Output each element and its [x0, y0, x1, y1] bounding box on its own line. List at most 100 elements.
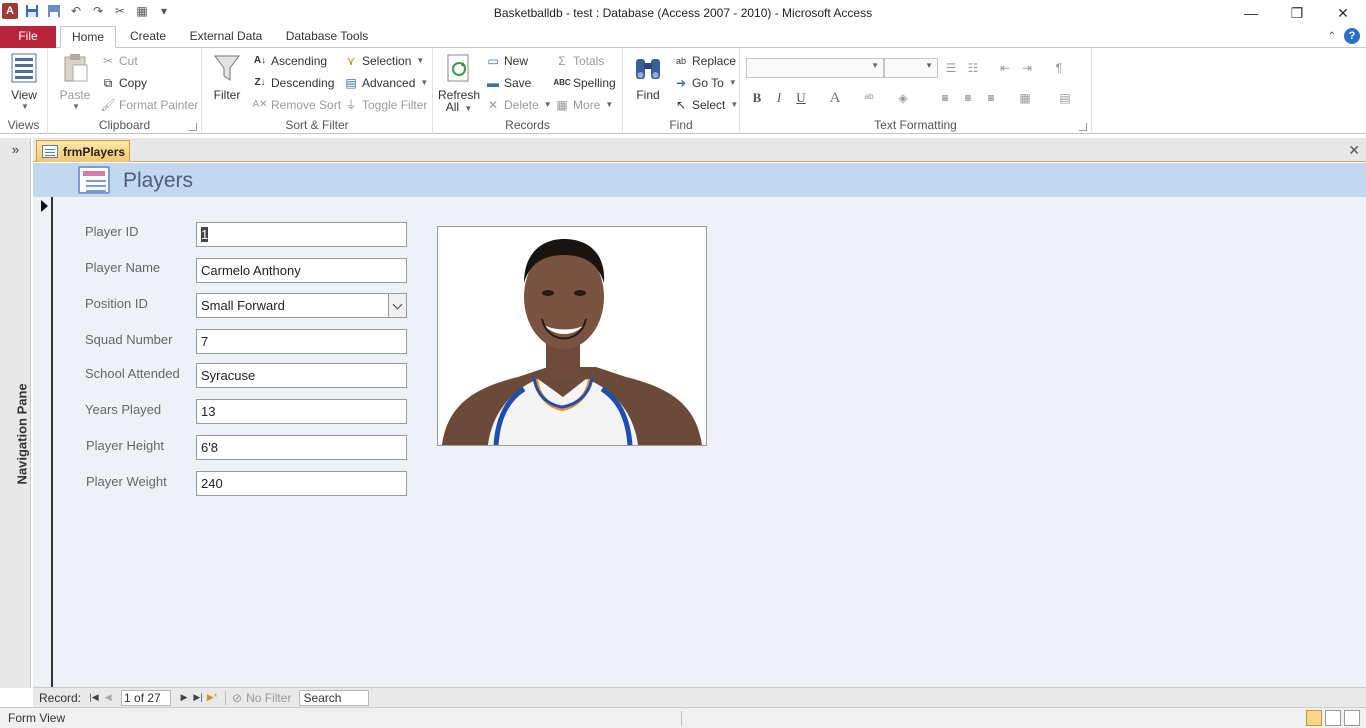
no-filter-icon: ⊘ [232, 690, 243, 705]
more-button[interactable]: ▦ More ▼ [554, 95, 613, 115]
navigation-pane[interactable]: » Navigation Pane [0, 138, 31, 688]
toggle-filter-button[interactable]: ⏚ Toggle Filter [343, 95, 427, 115]
font-name-combo[interactable]: ▼ [746, 58, 884, 78]
view-icon [9, 52, 39, 84]
no-filter-button[interactable]: ⊘ No Filter [232, 691, 291, 705]
view-button[interactable]: View ▼ [6, 52, 42, 111]
descending-button[interactable]: Z↓ Descending [252, 73, 334, 93]
group-sort-filter: Filter A↓ Ascending Z↓ Descending A✕ Remove… [202, 48, 433, 134]
replace-button[interactable]: ab Replace [673, 51, 736, 71]
find-button[interactable]: Find [629, 52, 667, 102]
next-record-icon[interactable]: ▶ [177, 692, 191, 703]
paste-button[interactable]: Paste ▼ [56, 52, 94, 111]
copy-icon: ⧉ [103, 76, 113, 90]
paragraph-direction-icon[interactable]: ¶ [1050, 59, 1068, 77]
tab-database-tools[interactable]: Database Tools [280, 26, 374, 48]
highlight-icon[interactable]: ᵃᵇ [860, 89, 878, 107]
help-icon[interactable]: ? [1344, 28, 1360, 44]
align-right-icon[interactable]: ≡ [982, 89, 1000, 107]
bold-icon[interactable]: B [748, 89, 766, 107]
previous-record-icon[interactable]: ◀ [101, 692, 115, 703]
layout-view-icon[interactable] [1325, 710, 1341, 726]
more-label: More [573, 98, 601, 112]
player-photo[interactable] [437, 226, 707, 446]
ascending-button[interactable]: A↓ Ascending [252, 51, 327, 71]
new-record-button[interactable]: ▭ New [485, 51, 528, 71]
group-views: View ▼ Views [0, 48, 48, 134]
close-document-icon[interactable]: ✕ [1348, 142, 1360, 159]
first-record-icon[interactable]: |◀ [87, 692, 101, 703]
font-color-icon[interactable]: A [826, 89, 844, 107]
player-height-field[interactable]: 6'8 [196, 435, 407, 460]
delete-caret-icon: ▼ [543, 100, 552, 109]
last-record-icon[interactable]: ▶| [191, 692, 205, 703]
filter-funnel-icon [212, 52, 242, 84]
school-attended-field[interactable]: Syracuse [196, 363, 407, 388]
tab-frmplayers[interactable]: frmPlayers [36, 140, 130, 162]
refresh-all-button[interactable]: Refresh All ▼ [437, 52, 481, 114]
player-weight-field[interactable]: 240 [196, 471, 407, 496]
design-view-icon[interactable] [1344, 710, 1360, 726]
clipboard-launcher-icon[interactable] [189, 123, 197, 131]
font-size-combo[interactable]: ▼ [884, 58, 938, 78]
restore-button[interactable]: ❐ [1274, 0, 1320, 26]
paste-label: Paste [59, 88, 91, 102]
record-position-input[interactable]: 1 of 27 [121, 689, 172, 706]
ribbon: View ▼ Views Paste ▼ ✂ Cut ⧉ Copy 🖌 Format … [0, 48, 1366, 134]
format-painter-button[interactable]: 🖌 Format Painter [100, 95, 198, 115]
copy-button[interactable]: ⧉ Copy [100, 73, 147, 93]
minimize-button[interactable]: — [1228, 0, 1274, 26]
squad-number-field[interactable]: 7 [196, 329, 407, 354]
expand-nav-pane-icon[interactable]: » [0, 142, 31, 157]
close-window-button[interactable]: ✕ [1320, 0, 1366, 26]
italic-icon[interactable]: I [770, 89, 788, 107]
tab-file[interactable]: File [0, 26, 56, 48]
selection-button[interactable]: ⋎ Selection ▼ [343, 51, 425, 71]
advanced-button[interactable]: ▤ Advanced ▼ [343, 73, 428, 93]
delete-record-button[interactable]: ✕ Delete ▼ [485, 95, 552, 115]
align-left-icon[interactable]: ≡ [936, 89, 954, 107]
new-blank-record-icon[interactable]: ▶* [205, 692, 219, 703]
years-played-field[interactable]: 13 [196, 399, 407, 424]
group-label-views: Views [7, 118, 40, 132]
tab-external-data[interactable]: External Data [184, 26, 268, 48]
player-id-field[interactable]: 1 [196, 222, 407, 247]
numbering-icon[interactable]: ☷ [964, 59, 982, 77]
record-selector[interactable] [33, 197, 53, 687]
new-record-icon: ▭ [487, 54, 499, 68]
cut-button[interactable]: ✂ Cut [100, 51, 138, 71]
fill-color-icon[interactable]: ◈ [894, 89, 912, 107]
current-record-arrow-icon [41, 200, 48, 212]
spelling-button[interactable]: ABC Spelling [553, 73, 615, 93]
alternate-row-color-icon[interactable]: ▤ [1056, 89, 1074, 107]
select-button[interactable]: ↖ Select ▼ [673, 95, 738, 115]
record-search-input[interactable]: Search [299, 689, 370, 706]
player-name-field[interactable]: Carmelo Anthony [196, 258, 407, 283]
go-to-button[interactable]: ➜ Go To ▼ [673, 73, 737, 93]
filter-button[interactable]: Filter [210, 52, 244, 102]
tab-create[interactable]: Create [122, 26, 174, 48]
text-formatting-launcher-icon[interactable] [1079, 123, 1087, 131]
cursor-icon: ↖ [675, 98, 687, 112]
position-id-combo[interactable]: Small Forward [196, 293, 407, 318]
underline-icon[interactable]: U [792, 89, 810, 107]
bullets-icon[interactable]: ☰ [942, 59, 960, 77]
save-record-button[interactable]: ▬ Save [485, 73, 531, 93]
form-view-icon[interactable] [1306, 710, 1322, 726]
remove-sort-button[interactable]: A✕ Remove Sort [252, 95, 341, 115]
window-title: Basketballdb - test : Database (Access 2… [493, 6, 873, 20]
minimize-ribbon-icon[interactable]: ⌃ [1328, 31, 1336, 42]
binoculars-icon [633, 52, 663, 84]
group-records: Refresh All ▼ ▭ New ▬ Save ✕ Delete ▼ Σ Total… [433, 48, 623, 134]
align-center-icon[interactable]: ≡ [959, 89, 977, 107]
gridlines-icon[interactable]: ▦ [1016, 89, 1034, 107]
scissors-icon: ✂ [102, 54, 114, 68]
group-clipboard: Paste ▼ ✂ Cut ⧉ Copy 🖌 Format Painter Clipb… [48, 48, 202, 134]
increase-indent-icon[interactable]: ⇥ [1018, 59, 1036, 77]
status-bar: Form View [0, 707, 1366, 728]
format-painter-icon: 🖌 [100, 98, 116, 112]
totals-button[interactable]: Σ Totals [554, 51, 604, 71]
position-dropdown-chevron-icon[interactable] [388, 294, 406, 317]
decrease-indent-icon[interactable]: ⇤ [996, 59, 1014, 77]
tab-home[interactable]: Home [60, 26, 116, 48]
